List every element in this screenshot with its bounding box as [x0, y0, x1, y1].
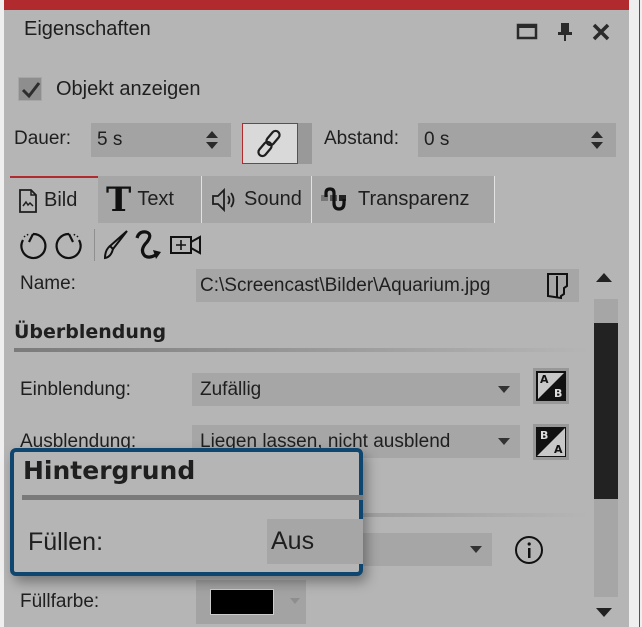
tab-bar: Bild T Text Sound Transparenz [10, 176, 495, 223]
brush-icon[interactable] [101, 228, 131, 262]
title-bar: Eigenschaften [4, 10, 629, 54]
section-divider [22, 495, 363, 500]
duration-spinner[interactable]: 5 s [91, 123, 231, 157]
fill-color-swatch [210, 589, 274, 615]
name-row: Name: C:\Screencast\Bilder\Aquarium.jpg [4, 269, 584, 303]
section-divider [14, 348, 589, 352]
tab-label: Sound [244, 188, 302, 210]
background-section-title: Hintergrund [23, 456, 196, 485]
fill-color-picker[interactable] [196, 580, 306, 624]
timing-row: Dauer: 5 s Abstand: 0 s [4, 120, 629, 164]
scrollbar-thumb[interactable] [594, 323, 618, 499]
properties-panel: Eigenschaften Objekt anzeigen Dauer: 5 s [4, 0, 629, 627]
link-dropdown[interactable] [298, 123, 312, 164]
fill-value[interactable]: Aus [267, 519, 363, 564]
chevron-down-icon [470, 546, 482, 553]
chevron-down-icon [498, 386, 510, 393]
tab-label: Text [137, 188, 174, 210]
name-label: Name: [20, 273, 76, 294]
show-object-label: Objekt anzeigen [56, 77, 201, 100]
fill-label: Füllen: [28, 528, 104, 556]
show-object-checkbox[interactable] [18, 77, 42, 101]
tab-bild[interactable]: Bild [10, 176, 98, 223]
speaker-icon [210, 187, 238, 213]
fade-in-effect-button[interactable]: AB [533, 368, 569, 404]
svg-text:A: A [540, 373, 549, 386]
spacing-value: 0 s [424, 129, 450, 150]
fade-out-effect-button[interactable]: BA [533, 424, 569, 460]
fade-in-dropdown[interactable]: Zufällig [192, 373, 520, 406]
name-value: C:\Screencast\Bilder\Aquarium.jpg [200, 275, 491, 296]
svg-text:B: B [554, 387, 562, 400]
pin-icon[interactable] [552, 18, 578, 44]
transition-section-title: Überblendung [14, 321, 167, 343]
fill-color-label: Füllfarbe: [20, 591, 100, 612]
show-object-row[interactable]: Objekt anzeigen [18, 74, 201, 104]
chevron-down-icon [290, 598, 300, 604]
duration-label: Dauer: [14, 128, 72, 149]
tab-label: Transparenz [358, 188, 470, 210]
link-button[interactable] [242, 123, 298, 164]
tab-label: Bild [44, 189, 78, 211]
svg-text:B: B [540, 429, 548, 442]
tab-sound[interactable]: Sound [202, 176, 312, 223]
spinner-arrows-icon[interactable] [590, 129, 604, 151]
maximize-icon[interactable] [514, 18, 540, 44]
tab-text[interactable]: T Text [98, 176, 202, 223]
svg-text:A: A [554, 443, 563, 456]
spinner-arrows-icon[interactable] [205, 129, 219, 151]
toolbar-separator [94, 229, 95, 261]
image-file-icon [18, 188, 38, 214]
folder-open-icon[interactable] [545, 272, 571, 300]
info-icon[interactable] [514, 535, 544, 565]
link-icon [257, 129, 281, 158]
spacing-spinner[interactable]: 0 s [418, 123, 616, 157]
transition-ba-icon: BA [536, 427, 566, 457]
chevron-down-icon [498, 438, 510, 445]
spacing-label: Abstand: [324, 128, 399, 149]
duration-value: 5 s [97, 129, 123, 150]
background-callout: Hintergrund Füllen: Aus [10, 448, 363, 576]
transparency-icon [320, 186, 352, 213]
camera-pan-icon[interactable] [169, 230, 203, 260]
transition-ab-icon: AB [536, 371, 566, 401]
image-toolbar [16, 226, 205, 264]
fade-in-label: Einblendung: [20, 379, 131, 400]
fade-in-value: Zufällig [200, 379, 262, 400]
scroll-up-arrow[interactable] [596, 273, 612, 282]
scroll-down-arrow[interactable] [596, 608, 612, 617]
rotate-right-icon[interactable] [52, 228, 86, 262]
close-icon[interactable] [588, 18, 614, 44]
curve-path-icon[interactable] [133, 228, 167, 262]
tab-transparenz[interactable]: Transparenz [312, 176, 495, 223]
name-field[interactable]: C:\Screencast\Bilder\Aquarium.jpg [196, 269, 579, 302]
text-T-icon: T [106, 179, 132, 220]
panel-title: Eigenschaften [24, 18, 151, 40]
rotate-left-icon[interactable] [16, 228, 50, 262]
